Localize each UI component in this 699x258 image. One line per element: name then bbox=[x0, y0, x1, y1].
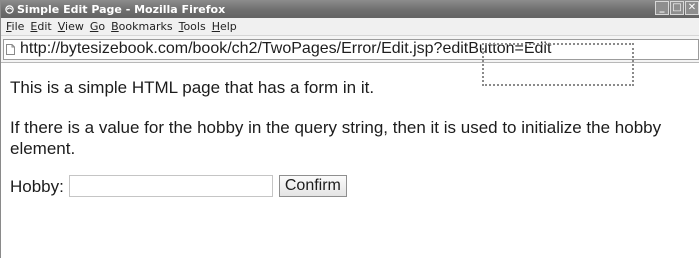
maximize-icon[interactable]: □ bbox=[670, 1, 684, 15]
browser-window: Simple Edit Page - Mozilla Firefox _ □ ✕… bbox=[0, 0, 699, 258]
url-text: http://bytesizebook.com/book/ch2/TwoPage… bbox=[20, 40, 552, 57]
menu-file[interactable]: File bbox=[6, 20, 24, 33]
close-icon[interactable]: ✕ bbox=[685, 1, 699, 15]
hobby-input[interactable] bbox=[68, 175, 273, 197]
page-icon bbox=[6, 43, 15, 55]
menu-tools[interactable]: Tools bbox=[179, 20, 206, 33]
confirm-button[interactable]: Confirm bbox=[278, 175, 347, 197]
menu-bar: File Edit View Go Bookmarks Tools Help bbox=[1, 18, 699, 36]
url-field[interactable]: http://bytesizebook.com/book/ch2/TwoPage… bbox=[3, 38, 699, 60]
firefox-icon bbox=[4, 4, 14, 14]
intro-text: This is a simple HTML page that has a fo… bbox=[10, 78, 375, 97]
menu-help[interactable]: Help bbox=[212, 20, 237, 33]
menu-bookmarks[interactable]: Bookmarks bbox=[111, 20, 172, 33]
hobby-label: Hobby: bbox=[10, 176, 64, 196]
hobby-form: Hobby: Confirm bbox=[10, 175, 699, 197]
window-controls: _ □ ✕ bbox=[655, 1, 699, 15]
menu-go[interactable]: Go bbox=[90, 20, 105, 33]
minimize-icon[interactable]: _ bbox=[655, 1, 669, 15]
explanation-text: If there is a value for the hobby in the… bbox=[10, 118, 662, 158]
address-bar: http://bytesizebook.com/book/ch2/TwoPage… bbox=[1, 36, 699, 63]
menu-view[interactable]: View bbox=[58, 20, 84, 33]
window-title: Simple Edit Page - Mozilla Firefox bbox=[17, 2, 226, 16]
page-content: This is a simple HTML page that has a fo… bbox=[1, 63, 699, 197]
title-bar: Simple Edit Page - Mozilla Firefox _ □ ✕ bbox=[1, 0, 699, 18]
menu-edit[interactable]: Edit bbox=[30, 20, 51, 33]
